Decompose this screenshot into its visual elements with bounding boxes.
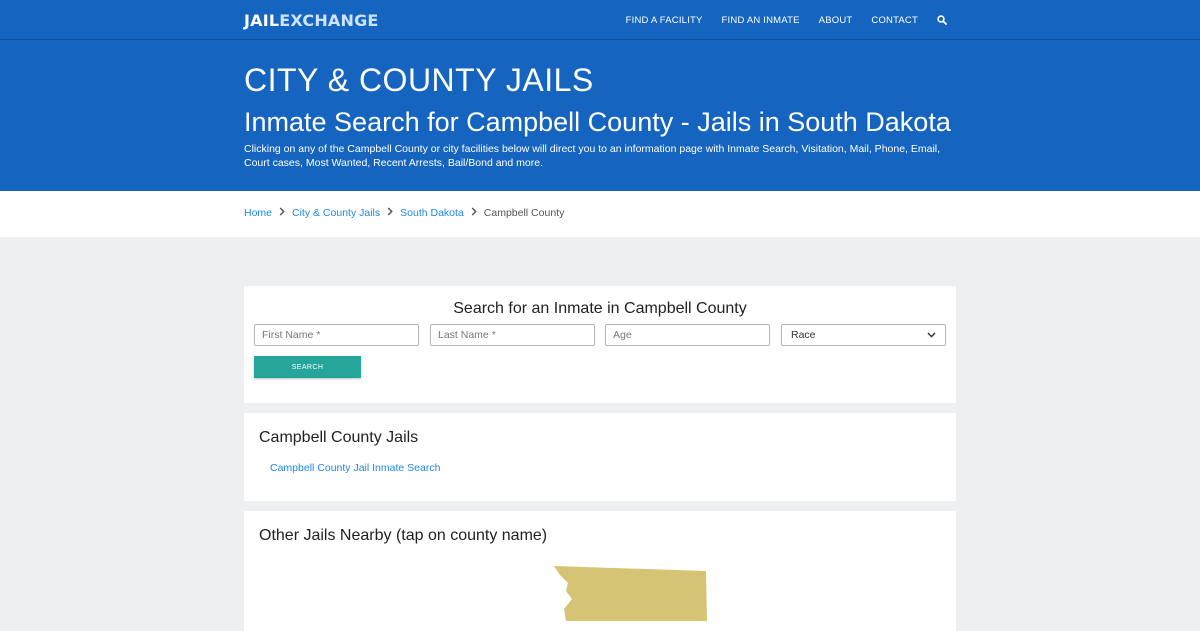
breadcrumb: Home City & County Jails South Dakota Ca… <box>244 207 564 219</box>
nav-find-inmate[interactable]: FIND AN INMATE <box>722 15 800 26</box>
race-select[interactable]: Race <box>781 324 946 346</box>
last-name-input[interactable] <box>430 324 595 346</box>
county-map-shape[interactable] <box>554 566 707 621</box>
chevron-right-icon <box>471 207 477 219</box>
nearby-jails-card: Other Jails Nearby (tap on county name) <box>244 511 956 631</box>
search-icon[interactable] <box>937 15 947 25</box>
site-logo[interactable]: JAILEXCHANGE <box>244 11 379 30</box>
hero-description: Clicking on any of the Campbell County o… <box>244 143 941 169</box>
nav-find-facility[interactable]: FIND A FACILITY <box>626 15 703 26</box>
chevron-right-icon <box>279 207 285 219</box>
inmate-search-card: Search for an Inmate in Campbell County … <box>244 286 956 403</box>
breadcrumb-home[interactable]: Home <box>244 207 272 219</box>
county-map[interactable] <box>544 561 714 626</box>
hero-banner: CITY & COUNTY JAILS Inmate Search for Ca… <box>0 40 1200 191</box>
logo-text-left: JAIL <box>244 11 280 30</box>
search-title: Search for an Inmate in Campbell County <box>453 300 747 317</box>
page-title: Inmate Search for Campbell County - Jail… <box>244 107 951 137</box>
jails-heading: Campbell County Jails <box>259 429 419 446</box>
first-name-input[interactable] <box>254 324 419 346</box>
nearby-heading: Other Jails Nearby (tap on county name) <box>259 527 548 544</box>
county-jails-card: Campbell County Jails Campbell County Ja… <box>244 413 956 501</box>
jail-link[interactable]: Campbell County Jail Inmate Search <box>270 462 440 474</box>
top-navbar: JAILEXCHANGE FIND A FACILITY FIND AN INM… <box>0 0 1200 40</box>
search-button[interactable]: SEARCH <box>254 356 361 378</box>
chevron-right-icon <box>387 207 393 219</box>
breadcrumb-current: Campbell County <box>483 207 565 219</box>
hero-kicker: CITY & COUNTY JAILS <box>244 62 594 98</box>
nav-about[interactable]: ABOUT <box>819 15 853 26</box>
breadcrumb-bar: Home City & County Jails South Dakota Ca… <box>0 191 1200 237</box>
chevron-down-icon <box>927 330 936 340</box>
race-select-value: Race <box>791 329 816 341</box>
nav-links: FIND A FACILITY FIND AN INMATE ABOUT CON… <box>607 0 947 40</box>
breadcrumb-city-county-jails[interactable]: City & County Jails <box>292 207 380 219</box>
logo-text-right: EXCHANGE <box>279 11 379 30</box>
age-input[interactable] <box>605 324 770 346</box>
nav-contact[interactable]: CONTACT <box>871 15 918 26</box>
breadcrumb-south-dakota[interactable]: South Dakota <box>400 207 464 219</box>
